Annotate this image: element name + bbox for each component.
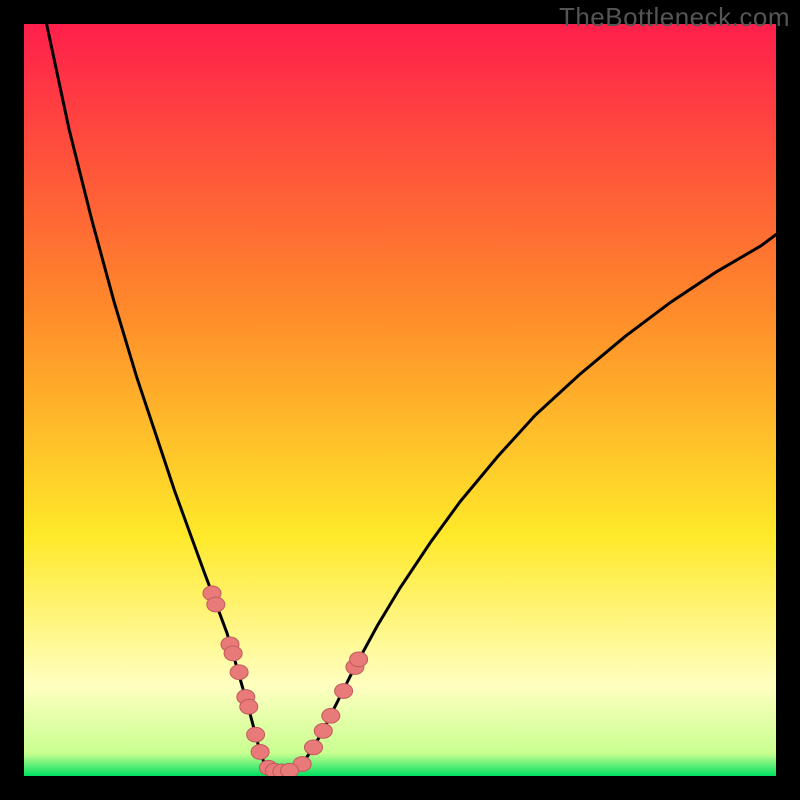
data-marker [281, 763, 299, 776]
watermark-text: TheBottleneck.com [559, 2, 790, 33]
data-marker [224, 646, 242, 661]
data-marker [305, 740, 323, 755]
chart-frame [24, 24, 776, 776]
data-marker [230, 665, 248, 680]
gradient-background [24, 24, 776, 776]
bottleneck-chart [24, 24, 776, 776]
data-marker [314, 724, 332, 739]
data-marker [335, 684, 353, 699]
data-marker [207, 597, 225, 612]
data-marker [350, 652, 368, 667]
data-marker [322, 708, 340, 723]
data-marker [247, 727, 265, 742]
data-marker [251, 745, 269, 760]
data-marker [240, 699, 258, 714]
